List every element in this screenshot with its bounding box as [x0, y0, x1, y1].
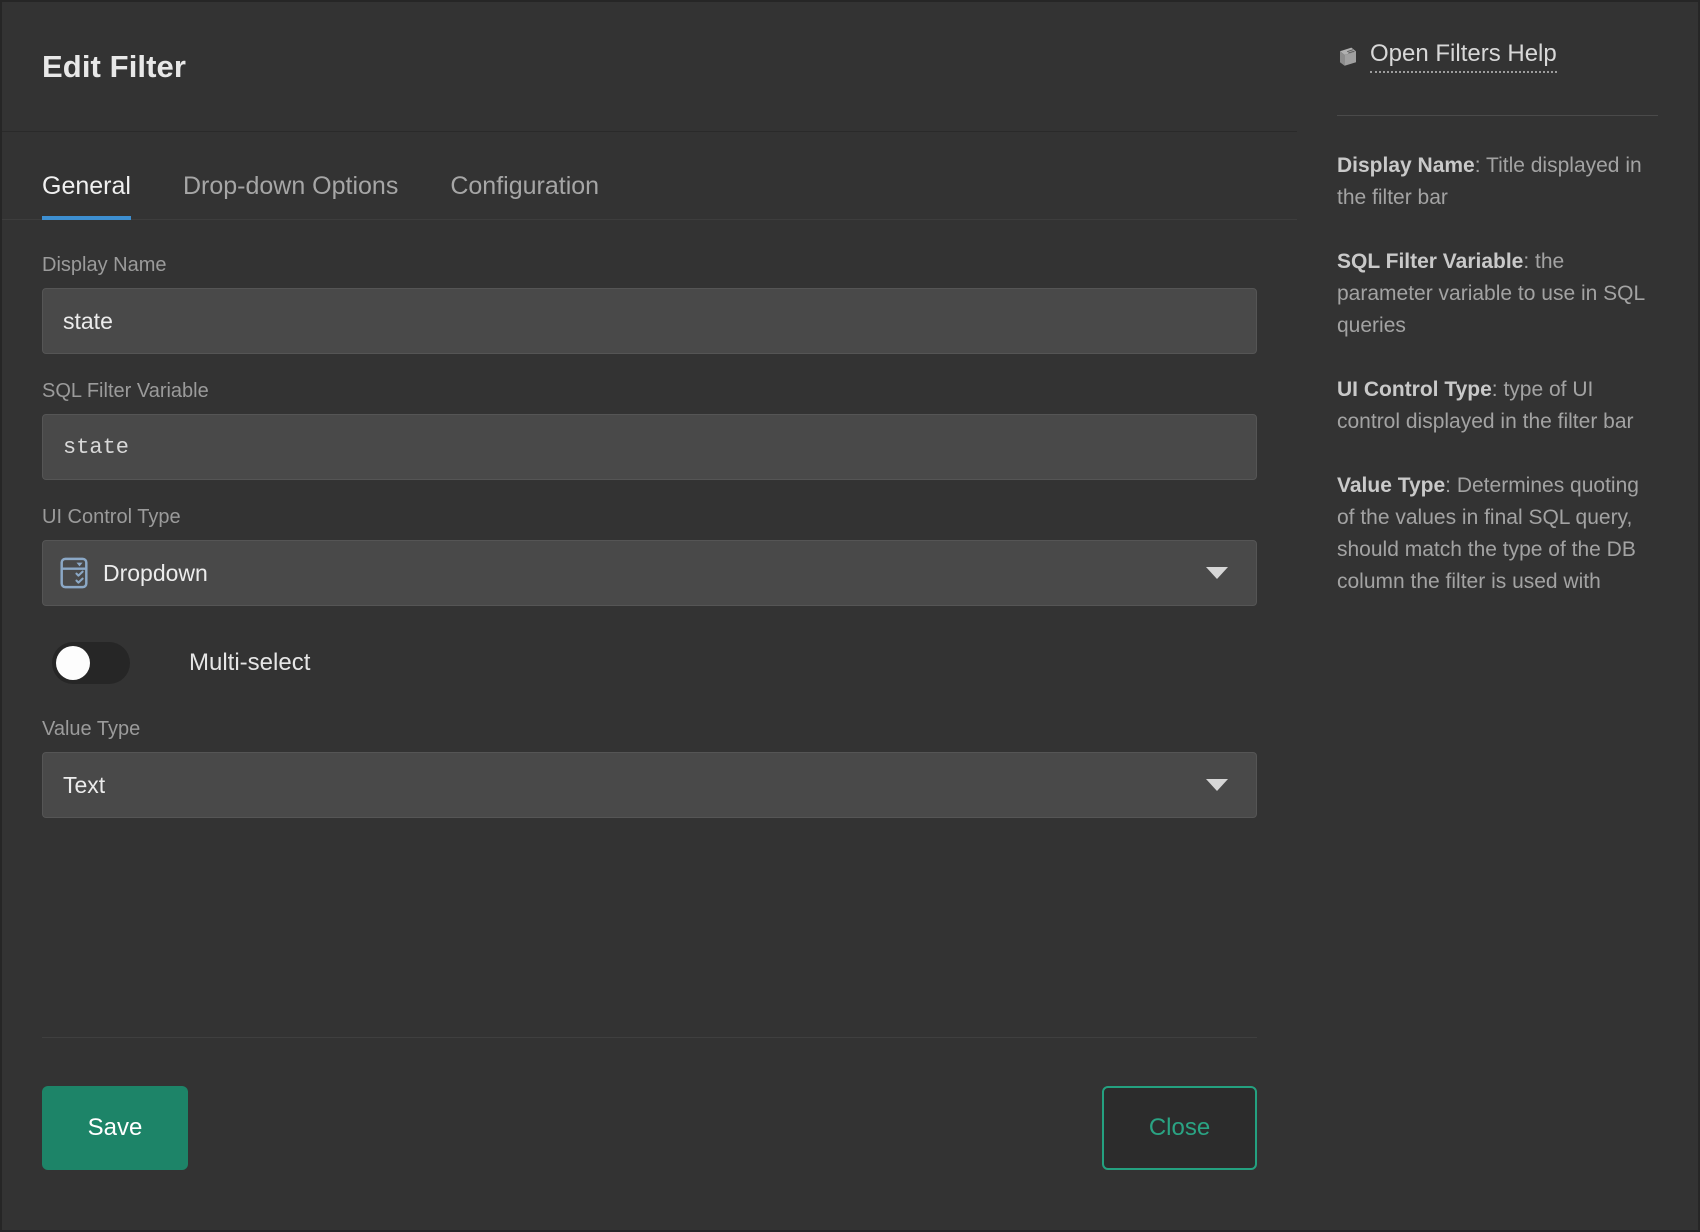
- help-term: SQL Filter Variable: [1337, 250, 1524, 273]
- ui-control-type-select[interactable]: Dropdown: [42, 540, 1257, 606]
- tab-general[interactable]: General: [42, 172, 131, 220]
- ui-control-type-value: Dropdown: [103, 559, 208, 586]
- multi-select-toggle[interactable]: [52, 642, 130, 684]
- value-type-select[interactable]: Text: [42, 752, 1257, 818]
- footer-buttons: Save Close: [42, 1086, 1257, 1170]
- open-filters-help-label: Open Filters Help: [1370, 40, 1557, 73]
- dialog-footer: Save Close: [2, 1037, 1297, 1230]
- sql-filter-variable-input[interactable]: [42, 414, 1257, 480]
- footer-divider: [42, 1037, 1257, 1038]
- edit-filter-dialog: Edit Filter General Drop-down Options Co…: [0, 0, 1700, 1232]
- dialog-header: Edit Filter: [2, 2, 1297, 132]
- help-term: UI Control Type: [1337, 378, 1492, 401]
- multi-select-label: Multi-select: [189, 649, 311, 676]
- open-filters-help-link[interactable]: Open Filters Help: [1337, 40, 1658, 73]
- field-display-name: Display Name: [42, 254, 1257, 354]
- chevron-down-icon: [1206, 567, 1228, 579]
- form-area: Display Name SQL Filter Variable UI Cont…: [2, 220, 1297, 1037]
- help-item-sql-filter-variable: SQL Filter Variable: the parameter varia…: [1337, 246, 1658, 342]
- page-title: Edit Filter: [42, 48, 187, 84]
- help-term: Value Type: [1337, 474, 1446, 497]
- close-button[interactable]: Close: [1102, 1086, 1257, 1170]
- book-icon: [1337, 46, 1359, 68]
- display-name-label: Display Name: [42, 254, 167, 276]
- help-item-value-type: Value Type: Determines quoting of the va…: [1337, 470, 1658, 598]
- multi-select-row: Multi-select: [52, 642, 1257, 684]
- field-ui-control-type: UI Control Type Dropdown: [42, 506, 1257, 606]
- save-button[interactable]: Save: [42, 1086, 188, 1170]
- help-item-ui-control-type: UI Control Type: type of UI control disp…: [1337, 374, 1658, 438]
- value-type-value: Text: [63, 771, 106, 798]
- sql-filter-variable-label: SQL Filter Variable: [42, 380, 209, 402]
- main-panel: Edit Filter General Drop-down Options Co…: [0, 0, 1297, 1232]
- tab-configuration[interactable]: Configuration: [450, 172, 599, 219]
- dropdown-list-icon: [59, 557, 89, 589]
- field-sql-filter-variable: SQL Filter Variable: [42, 380, 1257, 480]
- help-item-display-name: Display Name: Title displayed in the fil…: [1337, 150, 1658, 214]
- tab-drop-down-options[interactable]: Drop-down Options: [183, 172, 398, 219]
- field-value-type: Value Type Text: [42, 718, 1257, 818]
- display-name-input[interactable]: [42, 288, 1257, 354]
- help-divider: [1337, 115, 1658, 116]
- help-sidebar: Open Filters Help Display Name: Title di…: [1297, 0, 1700, 1232]
- help-term: Display Name: [1337, 154, 1475, 177]
- value-type-label: Value Type: [42, 718, 141, 740]
- tab-bar: General Drop-down Options Configuration: [2, 172, 1297, 220]
- toggle-knob: [56, 646, 90, 680]
- ui-control-type-label: UI Control Type: [42, 506, 181, 528]
- chevron-down-icon: [1206, 779, 1228, 791]
